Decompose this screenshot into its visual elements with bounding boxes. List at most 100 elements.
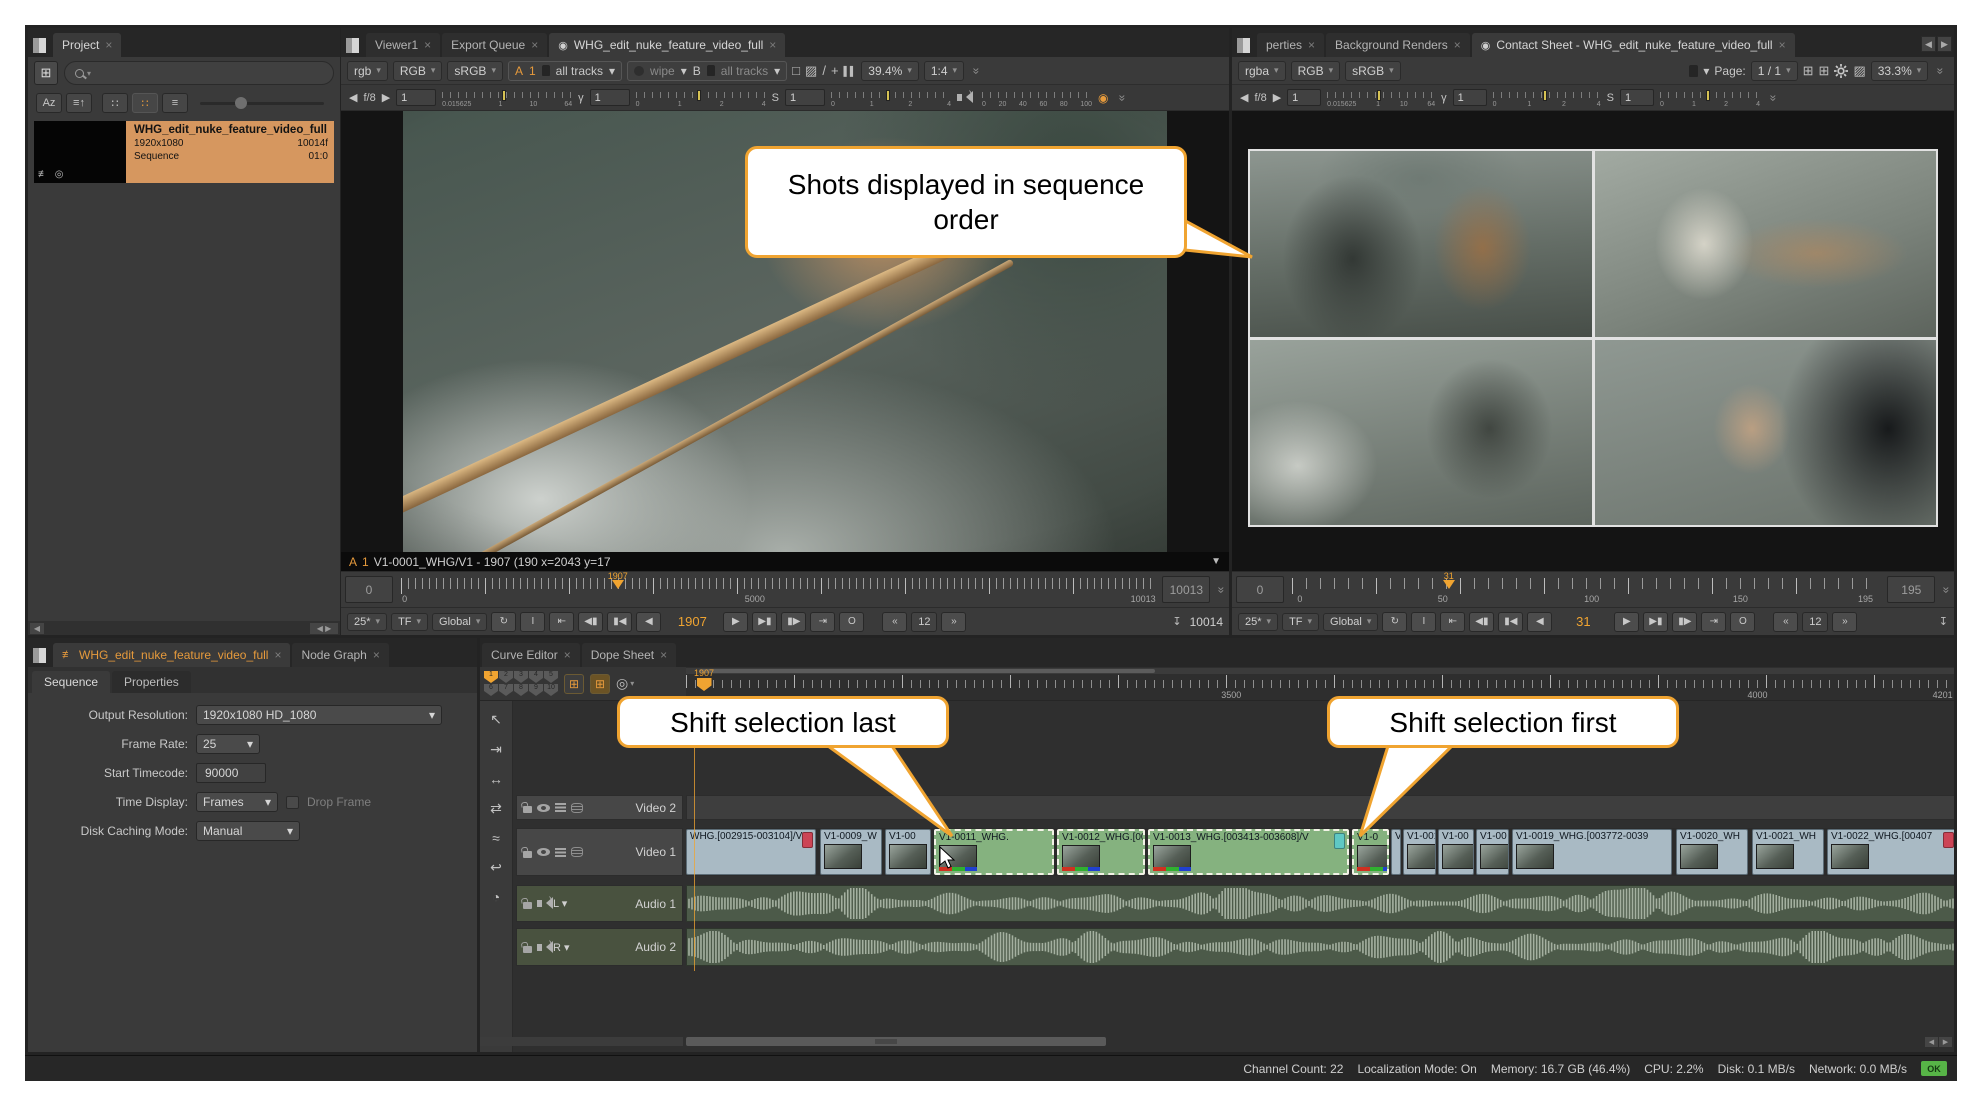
export-icon[interactable]: ↧ xyxy=(1939,615,1948,628)
timecode-format-select[interactable]: TF▾ xyxy=(1282,613,1319,631)
timeline-clip[interactable]: V1-0019_WHG.[003772-0039 xyxy=(1512,829,1672,875)
trim-tool-icon[interactable]: ↔ xyxy=(489,771,503,787)
frame-rate-select[interactable]: 25▾ xyxy=(196,734,260,754)
fps-select[interactable]: 25*▾ xyxy=(347,613,387,631)
volume-slider[interactable]: 020406080100 xyxy=(982,90,1092,106)
lock-icon[interactable] xyxy=(523,851,532,858)
viewer-playhead[interactable]: 1907 xyxy=(608,572,628,595)
saturation-slider[interactable]: 0124 xyxy=(831,90,951,106)
gamma-input[interactable]: 1 xyxy=(590,89,630,106)
timeline-clip[interactable]: V1-0013_WHG.[003413-003608]/V xyxy=(1148,829,1349,875)
caret-down-icon[interactable]: ▼ xyxy=(1211,556,1221,567)
tab-viewer-sequence[interactable]: ◉WHG_edit_nuke_feature_video_full× xyxy=(549,33,785,57)
timeline-clip[interactable]: V1-0012_WHG.[00329 xyxy=(1057,829,1145,875)
track-header-video1[interactable]: Video 1 xyxy=(516,828,683,876)
goto-start-button[interactable]: ⇤ xyxy=(1440,612,1465,632)
search-filter-dropdown-icon[interactable]: ▾ xyxy=(87,69,91,78)
disk-cache-icon[interactable] xyxy=(571,847,583,857)
gear-icon[interactable] xyxy=(1834,64,1848,78)
step-back-button[interactable]: ◀ xyxy=(636,612,661,632)
range-mode-select[interactable]: Global▾ xyxy=(1323,613,1378,631)
range-out-box[interactable]: 10013 xyxy=(1162,576,1210,603)
timecode-format-select[interactable]: TF▾ xyxy=(391,613,428,631)
gain-input[interactable]: 1 xyxy=(1287,89,1321,106)
layout-grid-icon[interactable]: ⊞ xyxy=(1819,63,1830,79)
saturation-input[interactable]: 1 xyxy=(785,89,825,106)
tab-properties[interactable]: perties× xyxy=(1257,33,1324,57)
timeline-hscrollbar[interactable]: ◀▶ xyxy=(480,1036,1954,1047)
saturation-input[interactable]: 1 xyxy=(1620,89,1654,106)
contact-sheet-shot-4[interactable] xyxy=(1595,340,1937,526)
fstop-label[interactable]: f/8 xyxy=(1254,92,1266,104)
wipe-toggle-icon[interactable] xyxy=(634,66,644,76)
scroll-left-icon[interactable]: ◀ xyxy=(1925,1037,1938,1047)
more-options-icon[interactable]: » xyxy=(1934,67,1948,74)
mask-overlay-icon[interactable]: ▨ xyxy=(805,63,817,79)
lock-icon[interactable] xyxy=(1689,65,1698,77)
lock-icon[interactable] xyxy=(523,902,532,909)
tab-node-graph[interactable]: Node Graph× xyxy=(292,643,388,667)
lock-icon[interactable] xyxy=(523,946,532,953)
gain-slider[interactable]: 0.01562511064 xyxy=(442,90,572,106)
zoom-select[interactable]: 39.4%▾ xyxy=(861,61,919,81)
timeline-view-filtered-button[interactable]: ⊞ xyxy=(590,674,610,694)
jump-back-button[interactable]: « xyxy=(1773,612,1798,632)
panel-grip-icon[interactable] xyxy=(346,38,359,53)
speaker-icon[interactable] xyxy=(537,900,542,907)
search-input[interactable]: ▾ xyxy=(64,61,334,85)
close-icon[interactable]: × xyxy=(274,648,281,662)
lut-select[interactable]: sRGB▾ xyxy=(1345,61,1401,81)
panel-grip-icon[interactable] xyxy=(33,648,46,663)
scroll-right-icon[interactable]: ◀ ▶ xyxy=(310,623,338,634)
sync-tool-icon[interactable]: ◔ xyxy=(492,889,500,905)
time-display-select[interactable]: Frames▾ xyxy=(196,792,278,812)
step-back-button[interactable]: ◀ xyxy=(1527,612,1552,632)
marker-button-2[interactable]: 2 xyxy=(499,671,513,683)
close-icon[interactable]: × xyxy=(424,38,431,52)
panel-grip-icon[interactable] xyxy=(1237,38,1250,53)
display-select[interactable]: RGB▾ xyxy=(393,61,443,81)
clip-tag-red[interactable] xyxy=(1943,832,1954,848)
timeline-clip[interactable]: V1-00 xyxy=(1476,829,1509,875)
input-b-label[interactable]: B xyxy=(693,64,701,78)
project-hscrollbar[interactable]: ◀ ◀ ▶ xyxy=(28,621,340,635)
close-icon[interactable]: × xyxy=(531,38,538,52)
timeline-clip[interactable]: V1-0020_WH xyxy=(1676,829,1748,875)
gamma-slider[interactable]: 0124 xyxy=(1493,90,1601,106)
scroll-left-icon[interactable]: ◀ xyxy=(30,623,44,634)
contact-timeline-ruler[interactable]: 31 0 50 100 150 195 xyxy=(1288,575,1883,604)
panel-grip-icon[interactable] xyxy=(33,38,46,53)
contact-sheet-shot-1[interactable] xyxy=(1250,151,1592,337)
roi-icon[interactable]: ◉ xyxy=(1098,91,1108,105)
multi-tool-icon[interactable]: ↖ xyxy=(490,711,502,728)
contact-sheet-shot-3[interactable] xyxy=(1250,340,1592,526)
layers-icon[interactable] xyxy=(555,803,566,812)
export-icon[interactable]: ↧ xyxy=(1172,615,1181,628)
tracks-a-select[interactable]: all tracks xyxy=(556,64,603,78)
grid-view-button[interactable]: ∷ xyxy=(102,93,128,113)
range-out-box[interactable]: 195 xyxy=(1887,576,1935,603)
start-timecode-input[interactable]: 90000 xyxy=(196,763,266,783)
input-a-label[interactable]: A xyxy=(515,64,523,78)
slip-tool-icon[interactable]: ⇄ xyxy=(490,800,502,817)
channel-select[interactable]: rgba▾ xyxy=(1238,61,1286,81)
timeline-playhead[interactable]: 1907 xyxy=(694,669,714,691)
disk-cache-icon[interactable] xyxy=(571,803,583,813)
current-frame-display[interactable]: 1907 xyxy=(665,614,719,629)
output-resolution-select[interactable]: 1920x1080 HD_1080▾ xyxy=(196,705,442,725)
channel-select[interactable]: R ▾ xyxy=(553,941,570,954)
marker-button-7[interactable]: 7 xyxy=(499,684,513,696)
marker-button-10[interactable]: 10 xyxy=(544,684,558,696)
skip-back-button[interactable]: ▮◀ xyxy=(1498,612,1523,632)
audio2-wave[interactable] xyxy=(686,928,1954,966)
timeline-clip[interactable]: WHG.[002915-003104]/V xyxy=(686,829,816,875)
tab-scroll-left-icon[interactable]: ◀ xyxy=(1921,36,1936,52)
prev-icon[interactable]: ◀ xyxy=(1240,91,1248,104)
marker-button-1[interactable]: 1 xyxy=(484,671,498,683)
pause-updates-icon[interactable]: ▌▌ xyxy=(844,66,857,76)
jump-forward-button[interactable]: » xyxy=(1832,612,1857,632)
close-icon[interactable]: × xyxy=(1454,38,1461,52)
roll-tool-icon[interactable]: ↩ xyxy=(490,859,502,876)
prev-edit-button[interactable]: ◀▮ xyxy=(578,612,603,632)
more-options-icon[interactable]: » xyxy=(1766,94,1780,101)
